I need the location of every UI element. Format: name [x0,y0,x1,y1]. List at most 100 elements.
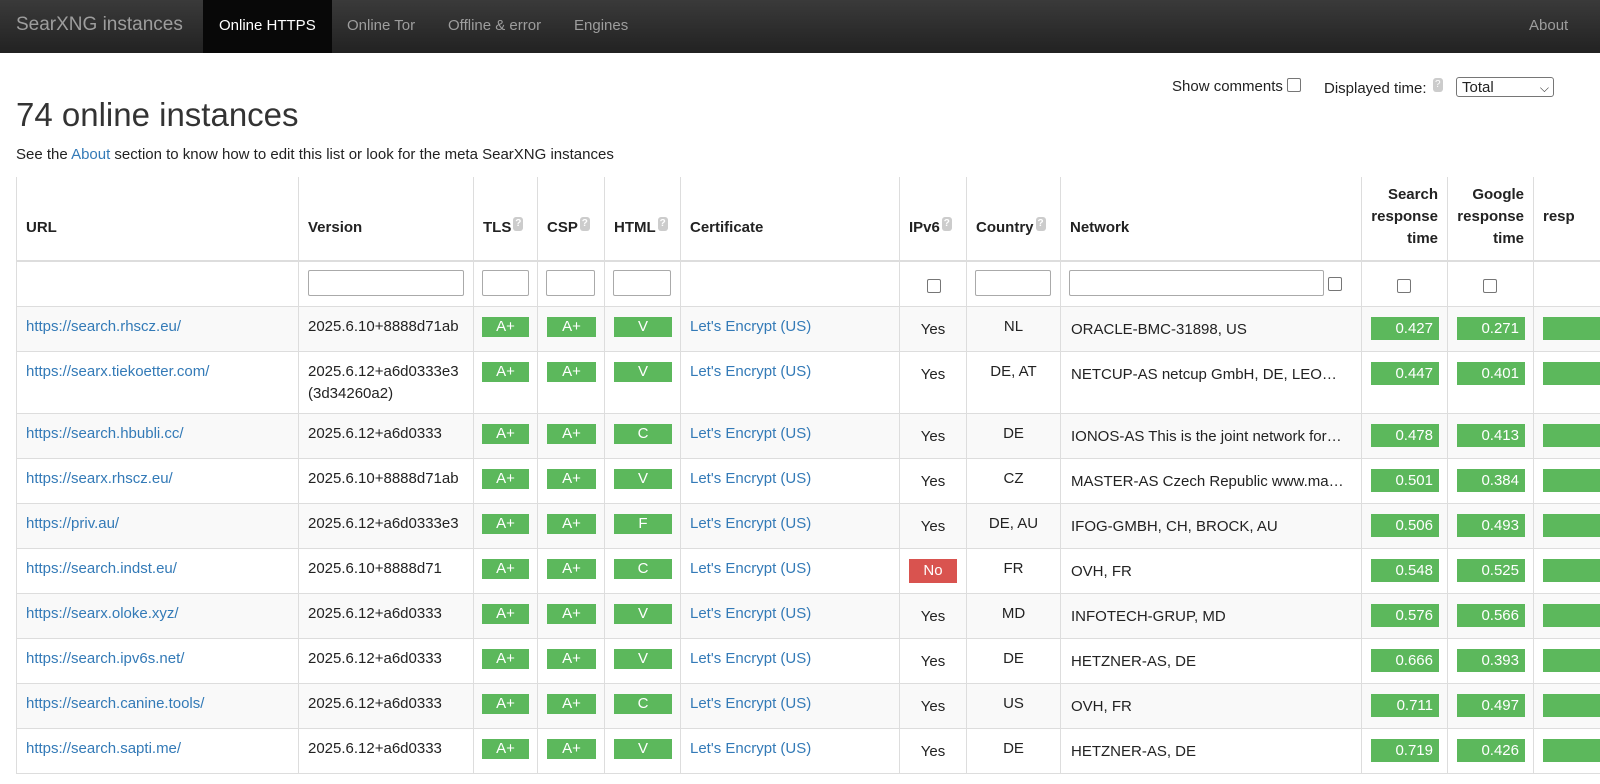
column-header-url[interactable]: URL [16,177,299,262]
instance-url-link[interactable]: https://searx.rhscz.eu/ [26,470,173,487]
column-header-tls[interactable]: TLS? [474,177,538,262]
google-response-time[interactable]: 0.426 [1457,739,1525,762]
help-icon[interactable]: ? [1035,217,1046,231]
tab-online-tor[interactable]: Online Tor [347,0,415,53]
csp-grade-badge[interactable]: A+ [547,739,596,759]
google-response-time[interactable]: 0.497 [1457,694,1525,717]
column-header-network[interactable]: Network [1061,177,1362,262]
certificate-link[interactable]: Let's Encrypt (US) [690,695,811,712]
google-response-time[interactable]: 0.493 [1457,514,1525,537]
help-icon[interactable]: ? [513,217,524,231]
instance-url-link[interactable]: https://search.hbubli.cc/ [26,425,184,442]
html-grade-badge[interactable]: C [614,559,672,579]
search-response-time[interactable]: 0.711 [1371,694,1439,717]
html-filter-input[interactable] [613,270,671,296]
google-response-time[interactable]: 0.566 [1457,604,1525,627]
tab-about[interactable]: About [1529,0,1568,53]
search-response-time[interactable]: 0.666 [1371,649,1439,672]
instance-url-link[interactable]: https://searx.oloke.xyz/ [26,605,179,622]
google-response-time[interactable]: 0.525 [1457,559,1525,582]
column-header-country[interactable]: Country? [967,177,1061,262]
instance-url-link[interactable]: https://search.indst.eu/ [26,560,177,577]
tls-grade-badge[interactable]: A+ [482,739,529,759]
displayed-time-select[interactable]: Total ⌵ [1456,77,1554,97]
tab-engines[interactable]: Engines [574,0,628,53]
html-grade-badge[interactable]: V [614,604,672,624]
csp-filter-input[interactable] [546,270,595,296]
search-time-filter-checkbox[interactable] [1397,279,1411,293]
csp-grade-badge[interactable]: A+ [547,362,596,382]
csp-grade-badge[interactable]: A+ [547,694,596,714]
html-grade-badge[interactable]: V [614,469,672,489]
certificate-link[interactable]: Let's Encrypt (US) [690,363,811,380]
search-response-time[interactable]: 0.447 [1371,362,1439,385]
instance-url-link[interactable]: https://priv.au/ [26,515,119,532]
certificate-link[interactable]: Let's Encrypt (US) [690,515,811,532]
instance-url-link[interactable]: https://search.sapti.me/ [26,740,181,757]
csp-grade-badge[interactable]: A+ [547,649,596,669]
google-response-time[interactable]: 0.413 [1457,424,1525,447]
certificate-link[interactable]: Let's Encrypt (US) [690,470,811,487]
help-icon[interactable]: ? [1432,78,1443,92]
google-response-time[interactable]: 0.384 [1457,469,1525,492]
instance-url-link[interactable]: https://search.ipv6s.net/ [26,650,184,667]
help-icon[interactable]: ? [579,217,590,231]
search-response-time[interactable]: 0.478 [1371,424,1439,447]
brand-link[interactable]: SearXNG instances [16,14,183,36]
search-response-time[interactable]: 0.576 [1371,604,1439,627]
search-response-time[interactable]: 0.506 [1371,514,1439,537]
csp-grade-badge[interactable]: A+ [547,559,596,579]
tls-filter-input[interactable] [482,270,529,296]
instance-url-link[interactable]: https://searx.tiekoetter.com/ [26,363,209,380]
country-filter-input[interactable] [975,270,1051,296]
tls-grade-badge[interactable]: A+ [482,424,529,444]
tab-offline-error[interactable]: Offline & error [448,0,541,53]
html-grade-badge[interactable]: V [614,362,672,382]
column-header-certificate[interactable]: Certificate [681,177,900,262]
csp-grade-badge[interactable]: A+ [547,604,596,624]
certificate-link[interactable]: Let's Encrypt (US) [690,318,811,335]
column-header-google-response-time[interactable]: Google response time [1448,177,1534,262]
html-grade-badge[interactable]: C [614,694,672,714]
certificate-link[interactable]: Let's Encrypt (US) [690,560,811,577]
csp-grade-badge[interactable]: A+ [547,514,596,534]
tls-grade-badge[interactable]: A+ [482,559,529,579]
search-response-time[interactable]: 0.501 [1371,469,1439,492]
certificate-link[interactable]: Let's Encrypt (US) [690,425,811,442]
certificate-link[interactable]: Let's Encrypt (US) [690,740,811,757]
google-response-time[interactable]: 0.401 [1457,362,1525,385]
html-grade-badge[interactable]: V [614,649,672,669]
tls-grade-badge[interactable]: A+ [482,317,529,337]
show-comments-checkbox[interactable] [1287,78,1302,92]
tls-grade-badge[interactable]: A+ [482,514,529,534]
column-header-partial[interactable]: resp [1534,177,1600,262]
certificate-link[interactable]: Let's Encrypt (US) [690,605,811,622]
network-filter-checkbox[interactable] [1328,277,1342,291]
column-header-ipv6[interactable]: IPv6? [900,177,967,262]
google-response-time[interactable]: 0.393 [1457,649,1525,672]
help-icon[interactable]: ? [657,217,668,231]
column-header-html[interactable]: HTML? [605,177,681,262]
version-filter-input[interactable] [308,270,464,296]
csp-grade-badge[interactable]: A+ [547,424,596,444]
tls-grade-badge[interactable]: A+ [482,362,529,382]
instance-url-link[interactable]: https://search.canine.tools/ [26,695,204,712]
csp-grade-badge[interactable]: A+ [547,317,596,337]
search-response-time[interactable]: 0.548 [1371,559,1439,582]
network-filter-input[interactable] [1069,270,1324,296]
csp-grade-badge[interactable]: A+ [547,469,596,489]
help-icon[interactable]: ? [941,217,952,231]
html-grade-badge[interactable]: V [614,739,672,759]
column-header-csp[interactable]: CSP? [538,177,605,262]
tls-grade-badge[interactable]: A+ [482,649,529,669]
google-time-filter-checkbox[interactable] [1483,279,1497,293]
tls-grade-badge[interactable]: A+ [482,604,529,624]
tls-grade-badge[interactable]: A+ [482,694,529,714]
instance-url-link[interactable]: https://search.rhscz.eu/ [26,318,181,335]
google-response-time[interactable]: 0.271 [1457,317,1525,340]
column-header-version[interactable]: Version [299,177,474,262]
column-header-search-response-time[interactable]: Search response time [1362,177,1448,262]
html-grade-badge[interactable]: F [614,514,672,534]
html-grade-badge[interactable]: C [614,424,672,444]
ipv6-filter-checkbox[interactable] [927,279,941,293]
